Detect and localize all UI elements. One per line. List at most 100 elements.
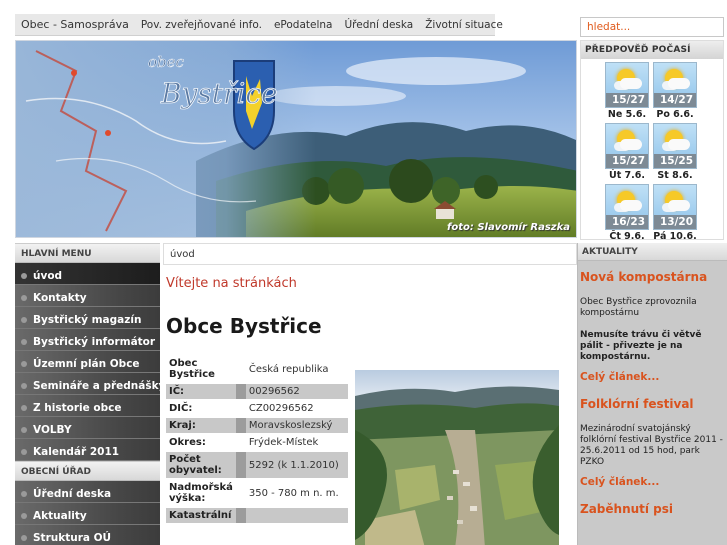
bullet-icon xyxy=(21,272,27,279)
info-label: Okres: xyxy=(169,437,206,448)
forecast-temperature: 13/20 xyxy=(654,215,696,229)
menu-item-kalendar[interactable]: Kalendář 2011 xyxy=(15,439,160,461)
menu-item-label: Semináře a přednášky xyxy=(33,379,160,392)
menu-item-uredni-deska[interactable]: Úřední deska xyxy=(15,481,160,503)
search-input[interactable] xyxy=(580,17,724,37)
bullet-icon xyxy=(21,404,27,411)
left-sidebar-menu: HLAVNÍ MENU úvod Kontakty Bystřický maga… xyxy=(15,243,160,545)
bullet-icon xyxy=(21,426,27,433)
page-title: Obce Bystřice xyxy=(166,314,322,338)
news-item: Folklórní festival Mezinárodní svatojáns… xyxy=(578,397,727,488)
forecast-day: 15/25 St 8.6. xyxy=(653,123,697,182)
top-navigation: Obec - Samospráva Pov. zveřejňované info… xyxy=(15,14,503,36)
nav-obec-samosprava[interactable]: Obec - Samospráva xyxy=(21,18,129,31)
info-value: Česká republika xyxy=(248,363,329,375)
read-more-link[interactable]: Celý článek... xyxy=(580,476,725,488)
main-menu-heading: HLAVNÍ MENU xyxy=(15,243,160,263)
menu-item-label: Z historie obce xyxy=(33,401,122,414)
menu-item-label: Kalendář 2011 xyxy=(33,445,120,458)
info-value: CZ00296562 xyxy=(248,403,314,414)
forecast-temperature: 15/27 xyxy=(606,93,648,107)
breadcrumb: úvod xyxy=(163,243,577,265)
menu-item-magazin[interactable]: Bystřický magazín xyxy=(15,307,160,329)
menu-item-label: VOLBY xyxy=(33,423,72,436)
info-label: Kraj: xyxy=(166,418,236,433)
forecast-day: 15/27 Ne 5.6. xyxy=(605,62,649,121)
forecast-date: Út 7.6. xyxy=(608,170,645,181)
forecast-date: Pá 10.6. xyxy=(653,231,697,240)
bullet-icon xyxy=(21,448,27,455)
menu-item-label: Struktura OÚ xyxy=(33,531,112,544)
partly-cloudy-icon: 15/27 xyxy=(605,62,649,108)
info-value: Moravskoslezský xyxy=(245,418,348,433)
news-highlight: Nemusíte trávu či větvě pálit - přivezte… xyxy=(580,330,702,362)
menu-item-label: Územní plán Obce xyxy=(33,357,140,370)
menu-item-label: úvod xyxy=(33,269,63,282)
bullet-icon xyxy=(21,338,27,345)
menu-item-label: Aktuality xyxy=(33,509,87,522)
info-label: Obec Bystřice xyxy=(169,358,215,380)
table-row: Počet obyvatel: 5292 (k 1.1.2010) xyxy=(166,452,348,478)
forecast-temperature: 14/27 xyxy=(654,93,696,107)
menu-item-uzemni-plan[interactable]: Územní plán Obce xyxy=(15,351,160,373)
bullet-icon xyxy=(21,382,27,389)
news-text: Obec Bystřice zprovoznila kompostárnu xyxy=(580,297,697,318)
nav-epodatelna[interactable]: ePodatelna xyxy=(274,19,333,31)
table-row: Okres: Frýdek-Místek xyxy=(166,435,348,450)
welcome-text: Vítejte na stránkách xyxy=(166,276,297,291)
menu-item-informator[interactable]: Bystřický informátor xyxy=(15,329,160,351)
forecast-temperature: 16/23 xyxy=(606,215,648,229)
menu-item-volby[interactable]: VOLBY xyxy=(15,417,160,439)
info-value: 350 - 780 m n. m. xyxy=(248,487,339,499)
menu-item-historie[interactable]: Z historie obce xyxy=(15,395,160,417)
menu-item-kontakty[interactable]: Kontakty xyxy=(15,285,160,307)
nav-povinne-info[interactable]: Pov. zveřejňované info. xyxy=(141,19,262,31)
menu-item-label: Bystřický informátor xyxy=(33,335,156,348)
forecast-temperature: 15/27 xyxy=(606,154,648,168)
info-value xyxy=(245,508,348,523)
menu-item-struktura-ou[interactable]: Struktura OÚ xyxy=(15,525,160,545)
bullet-icon xyxy=(21,316,27,323)
bullet-icon xyxy=(21,490,27,497)
read-more-link[interactable]: Celý článek... xyxy=(580,371,725,383)
menu-item-aktuality[interactable]: Aktuality xyxy=(15,503,160,525)
nav-uredni-deska[interactable]: Úřední deska xyxy=(345,19,414,31)
aerial-village-image xyxy=(355,370,559,545)
news-title[interactable]: Nová kompostárna xyxy=(580,270,725,285)
table-row: Kraj: Moravskoslezský xyxy=(166,418,348,433)
info-label: Nadmořská výška: xyxy=(169,482,233,504)
photo-credit: foto: Slavomír Raszka xyxy=(447,222,570,233)
table-row: Obec Bystřice Česká republika xyxy=(166,356,348,382)
forecast-date: Čt 9.6. xyxy=(609,231,645,240)
office-menu-heading: OBECNÍ ÚŘAD xyxy=(15,461,160,481)
news-title[interactable]: Zaběhnutí psi xyxy=(580,502,725,517)
forecast-date: Ne 5.6. xyxy=(607,109,647,120)
bullet-icon xyxy=(21,360,27,367)
info-label: IČ: xyxy=(166,384,236,399)
weather-forecast: PŘEDPOVĚĎ POČASÍ 15/27 Ne 5.6. 14/27 Po … xyxy=(580,40,724,240)
aerial-photo xyxy=(355,370,559,545)
info-value: 00296562 xyxy=(245,384,348,399)
partly-cloudy-icon: 13/20 xyxy=(653,184,697,230)
weather-title: PŘEDPOVĚĎ POČASÍ xyxy=(581,41,723,59)
info-label: DIČ: xyxy=(169,403,193,414)
forecast-day: 16/23 Čt 9.6. xyxy=(605,184,649,240)
forecast-day: 13/20 Pá 10.6. xyxy=(653,184,697,240)
table-row: Katastrální xyxy=(166,508,348,523)
news-sidebar: AKTUALITY Nová kompostárna Obec Bystřice… xyxy=(577,243,727,545)
menu-item-label: Bystřický magazín xyxy=(33,313,142,326)
info-value: Frýdek-Místek xyxy=(248,437,319,448)
news-item: Nová kompostárna Obec Bystřice zprovozni… xyxy=(578,270,727,383)
partly-cloudy-icon: 15/25 xyxy=(653,123,697,169)
info-value: 5292 (k 1.1.2010) xyxy=(245,452,348,478)
bullet-icon xyxy=(21,294,27,301)
bullet-icon xyxy=(21,512,27,519)
forecast-date: St 8.6. xyxy=(657,170,693,181)
news-title[interactable]: Folklórní festival xyxy=(580,397,725,412)
nav-zivotni-situace[interactable]: Životní situace xyxy=(425,19,503,31)
banner-landscape-image: obec Bystřice xyxy=(16,41,576,237)
menu-item-uvod[interactable]: úvod xyxy=(15,263,160,285)
forecast-date: Po 6.6. xyxy=(656,109,694,120)
partly-cloudy-icon: 15/27 xyxy=(605,123,649,169)
menu-item-seminare[interactable]: Semináře a přednášky xyxy=(15,373,160,395)
